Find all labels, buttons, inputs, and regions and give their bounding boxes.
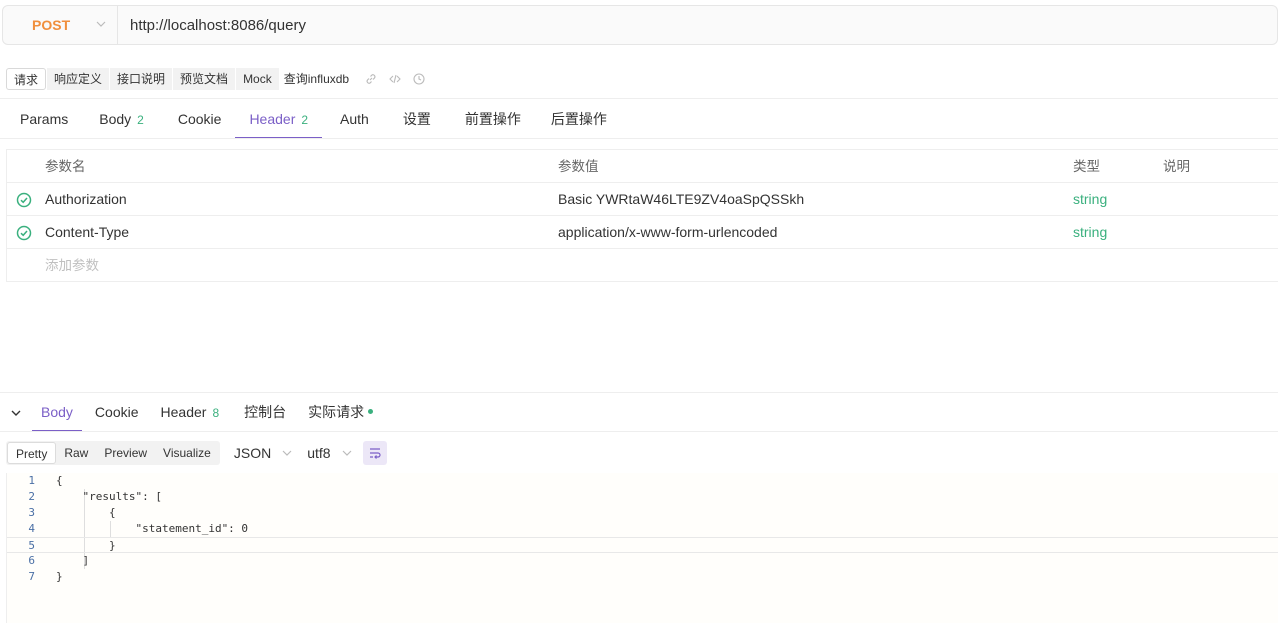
history-icon[interactable] xyxy=(412,72,426,86)
code-line: 3 { xyxy=(28,506,116,519)
table-row: Authorization Basic YWRtaW46LTE9ZV4oaSpQ… xyxy=(7,183,1278,216)
param-type[interactable]: string xyxy=(1073,183,1107,216)
code-line: 2 "results": [ xyxy=(28,490,162,503)
tab-params[interactable]: Params xyxy=(0,99,82,139)
param-type[interactable]: string xyxy=(1073,216,1107,249)
code-line: 6 ] xyxy=(28,554,90,567)
url-bar: POST http://localhost:8086/query xyxy=(2,5,1278,45)
view-mode-segment: Pretty Raw Preview Visualize xyxy=(6,441,220,465)
method-select[interactable]: POST xyxy=(3,6,118,44)
response-body-viewer[interactable]: 1{ 2 "results": [ 3 { 4 "statement_id": … xyxy=(6,473,1278,623)
tab-settings[interactable]: 设置 xyxy=(383,99,445,139)
tab-pre-processors[interactable]: 前置操作 xyxy=(445,99,535,139)
view-pretty[interactable]: Pretty xyxy=(7,442,57,464)
code-line-current: 5 } xyxy=(7,537,1278,553)
column-description: 说明 xyxy=(1163,159,1190,174)
status-dot xyxy=(368,408,374,414)
param-name[interactable]: Content-Type xyxy=(45,216,129,249)
tab-preview-doc[interactable]: 预览文档 xyxy=(173,68,236,90)
column-name: 参数名 xyxy=(45,159,86,174)
check-circle-icon[interactable] xyxy=(16,225,32,241)
wrap-icon xyxy=(369,448,381,459)
code-line: 4 "statement_id": 0 xyxy=(28,522,249,535)
add-param-row: 添加参数 xyxy=(7,249,1278,282)
api-name[interactable]: 查询influxdb xyxy=(280,68,353,90)
view-visualize[interactable]: Visualize xyxy=(155,442,219,464)
chevron-down-icon xyxy=(282,450,292,456)
view-raw[interactable]: Raw xyxy=(56,442,96,464)
table-row: Content-Type application/x-www-form-urle… xyxy=(7,216,1278,249)
response-header-count: 8 xyxy=(212,406,220,420)
body-count: 2 xyxy=(137,113,144,127)
divider xyxy=(0,431,1278,432)
column-type: 类型 xyxy=(1073,159,1100,174)
tab-cookie[interactable]: Cookie xyxy=(158,99,236,139)
add-param-input[interactable]: 添加参数 xyxy=(45,249,99,282)
code-line: 1{ xyxy=(28,474,63,487)
tab-api-description[interactable]: 接口说明 xyxy=(110,68,173,90)
table-header-row: 参数名 参数值 类型 说明 xyxy=(7,150,1278,183)
code-line: 7} xyxy=(28,570,63,583)
response-view-toolbar: Pretty Raw Preview Visualize JSON utf8 xyxy=(6,441,387,465)
tab-response-definition[interactable]: 响应定义 xyxy=(47,68,110,90)
param-value[interactable]: Basic YWRtaW46LTE9ZV4oaSpQSSkh xyxy=(558,183,804,216)
tab-response-body[interactable]: Body xyxy=(32,393,82,432)
url-input[interactable]: http://localhost:8086/query xyxy=(118,17,306,34)
doc-tabs: 请求 响应定义 接口说明 预览文档 Mock 查询influxdb xyxy=(6,67,426,91)
tab-response-cookie[interactable]: Cookie xyxy=(82,393,148,432)
view-preview[interactable]: Preview xyxy=(96,442,155,464)
divider xyxy=(0,138,1278,139)
method-label: POST xyxy=(32,17,71,33)
chevron-down-icon xyxy=(96,21,106,27)
tab-mock[interactable]: Mock xyxy=(236,68,279,90)
word-wrap-button[interactable] xyxy=(362,441,387,465)
check-circle-icon[interactable] xyxy=(16,192,32,208)
link-icon[interactable] xyxy=(364,72,378,86)
format-select[interactable]: JSON xyxy=(234,445,293,461)
tab-post-processors[interactable]: 后置操作 xyxy=(535,99,621,139)
tab-actual-request[interactable]: 实际请求 xyxy=(295,393,382,432)
tab-request[interactable]: 请求 xyxy=(6,68,47,90)
encoding-select[interactable]: utf8 xyxy=(307,445,352,461)
tab-body[interactable]: Body 2 xyxy=(82,99,158,139)
header-count: 2 xyxy=(301,113,309,127)
chevron-down-icon[interactable] xyxy=(9,406,23,420)
column-value: 参数值 xyxy=(558,159,599,174)
tab-response-header[interactable]: Header 8 xyxy=(148,393,229,432)
chevron-down-icon xyxy=(342,450,351,456)
tab-auth[interactable]: Auth xyxy=(322,99,383,139)
request-tabs: Params Body 2 Cookie Header 2 Auth 设置 前置操作… xyxy=(0,99,621,139)
tab-console[interactable]: 控制台 xyxy=(228,393,295,432)
header-params-table: 参数名 参数值 类型 说明 Authorization Basic YWRtaW… xyxy=(6,149,1278,282)
param-value[interactable]: application/x-www-form-urlencoded xyxy=(558,216,777,249)
tab-header[interactable]: Header 2 xyxy=(235,99,322,139)
code-icon[interactable] xyxy=(388,72,402,86)
param-name[interactable]: Authorization xyxy=(45,183,127,216)
response-tabs: Body Cookie Header 8 控制台 实际请求 xyxy=(0,393,382,432)
